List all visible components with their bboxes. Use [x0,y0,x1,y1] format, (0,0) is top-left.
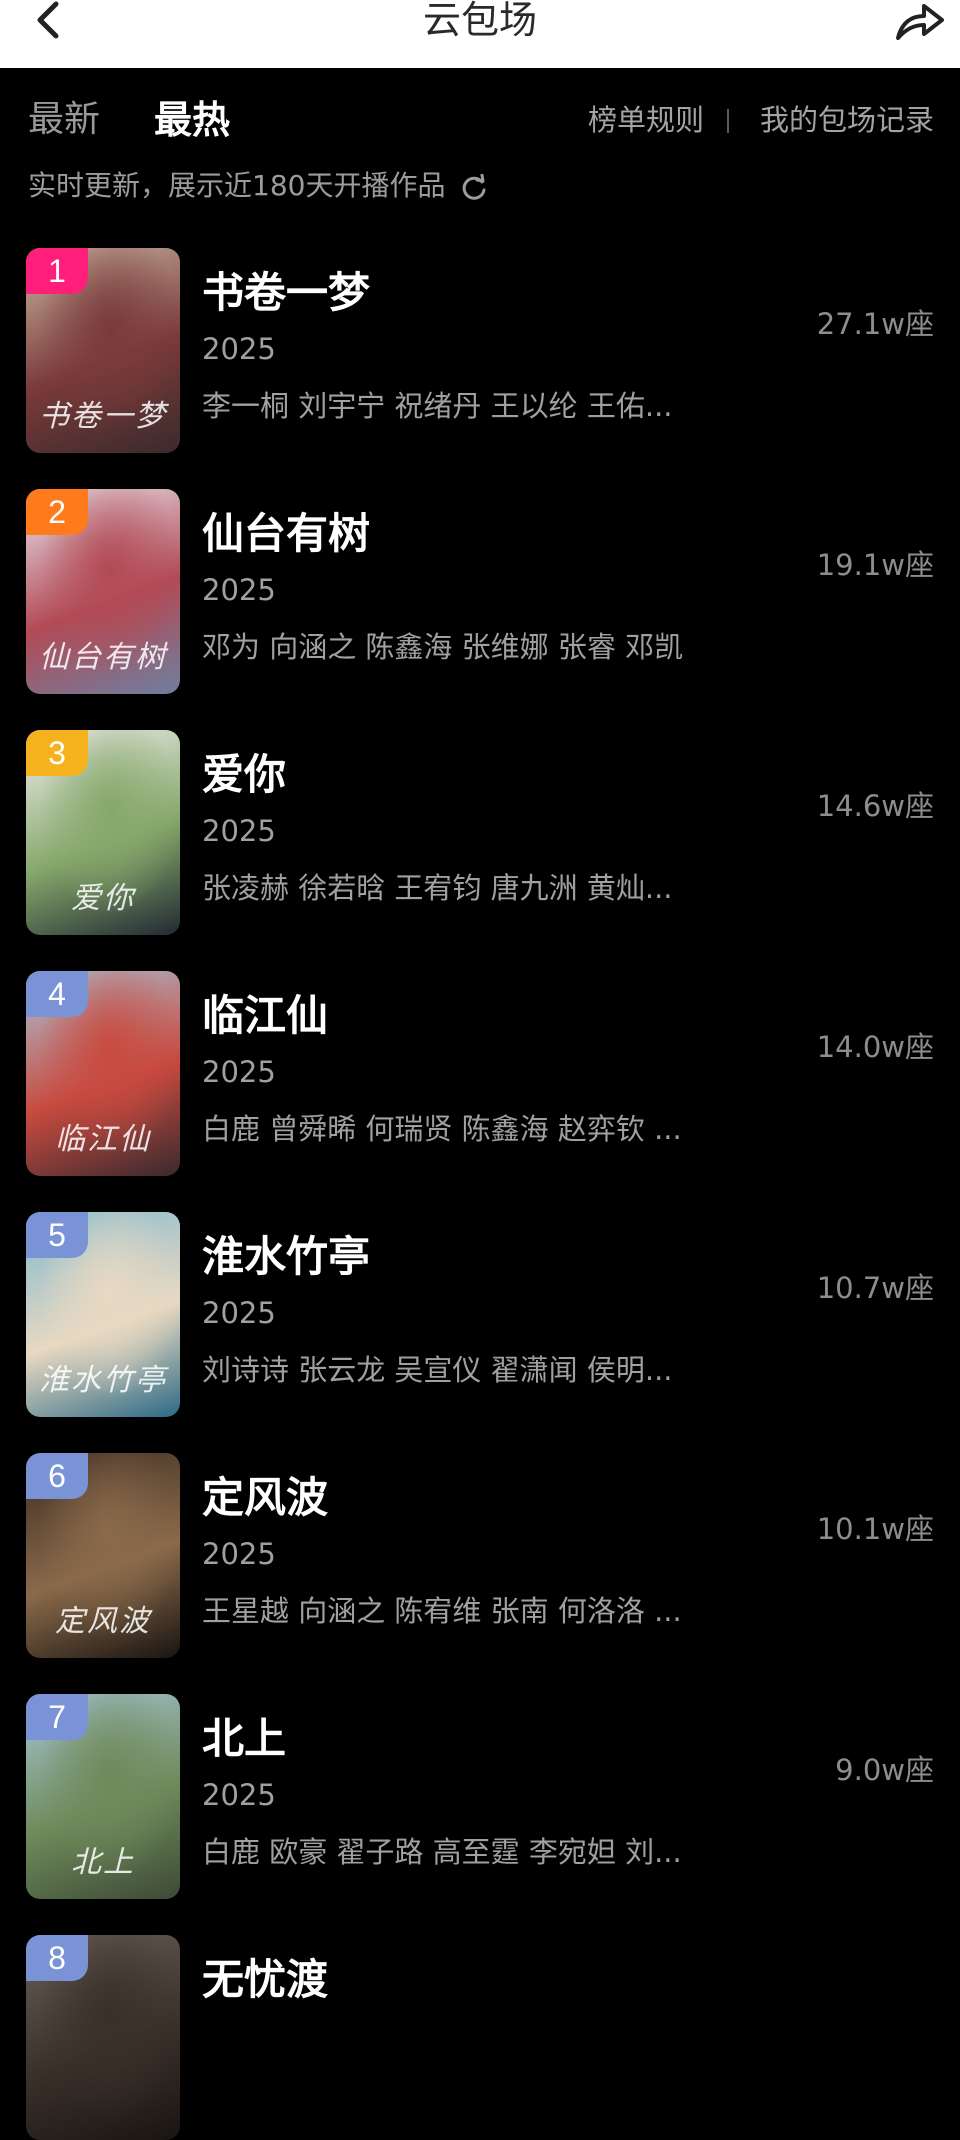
drama-title[interactable]: 淮水竹亭 [202,1232,370,1282]
seat-count: 14.6w座 [816,789,934,823]
release-year: 2025 [202,1296,276,1330]
cast-list: 邓为 向涵之 陈鑫海 张维娜 张睿 邓凯 [202,630,684,664]
rank-badge: 4 [26,971,88,1017]
release-year: 2025 [202,1055,276,1089]
tab-hot[interactable]: 最热 [154,98,230,142]
update-note: 实时更新，展示近180天开播作品 [28,166,488,206]
seat-count: 19.1w座 [816,548,934,582]
poster-title-art: 爱你 [71,881,135,916]
seat-count: 10.1w座 [816,1512,934,1546]
list-item[interactable]: 淮水竹亭 5 淮水竹亭 2025 刘诗诗 张云龙 吴宣仪 翟潇闻 侯明... 1… [0,1212,960,1417]
share-arrow-icon [896,4,944,40]
drama-title[interactable]: 北上 [202,1714,286,1764]
drama-title[interactable]: 仙台有树 [202,509,370,559]
rank-badge: 3 [26,730,88,776]
poster-title-art: 北上 [71,1845,135,1880]
rank-badge: 1 [26,248,88,294]
release-year: 2025 [202,1778,276,1812]
poster-title-art: 临江仙 [55,1122,151,1157]
poster-title-art: 仙台有树 [39,640,167,675]
list-item[interactable]: 临江仙 4 临江仙 2025 白鹿 曾舜晞 何瑞贤 陈鑫海 赵弈钦 ... 14… [0,971,960,1176]
poster-image[interactable]: 8 [26,1935,180,2140]
page-title: 云包场 [422,0,537,42]
release-year: 2025 [202,814,276,848]
release-year: 2025 [202,573,276,607]
seat-count: 10.7w座 [816,1271,934,1305]
tab-bar: 最新 最热 榜单规则 我的包场记录 [0,68,960,178]
divider [727,109,729,133]
rank-badge: 5 [26,1212,88,1258]
poster-title-art: 定风波 [55,1604,151,1639]
rank-badge: 6 [26,1453,88,1499]
cast-list: 张凌赫 徐若晗 王宥钧 唐九洲 黄灿... [202,871,673,905]
update-note-text: 实时更新，展示近180天开播作品 [28,169,446,202]
poster-image[interactable]: 书卷一梦 1 [26,248,180,453]
ranking-rules-link[interactable]: 榜单规则 [588,100,704,140]
my-records-link[interactable]: 我的包场记录 [760,100,934,140]
list-item[interactable]: 爱你 3 爱你 2025 张凌赫 徐若晗 王宥钧 唐九洲 黄灿... 14.6w… [0,730,960,935]
list-item[interactable]: 8 无忧渡 [0,1935,960,2140]
cast-list: 王星越 向涵之 陈宥维 张南 何洛洛 ... [202,1594,682,1628]
list-item[interactable]: 北上 7 北上 2025 白鹿 欧豪 翟子路 高至霆 李宛妲 刘... 9.0w… [0,1694,960,1899]
navigation-bar: 云包场 [0,0,960,68]
poster-image[interactable]: 淮水竹亭 5 [26,1212,180,1417]
list-item[interactable]: 书卷一梦 1 书卷一梦 2025 李一桐 刘宇宁 祝绪丹 王以纶 王佑... 2… [0,248,960,453]
drama-title[interactable]: 临江仙 [202,991,328,1041]
cast-list: 李一桐 刘宇宁 祝绪丹 王以纶 王佑... [202,389,673,423]
rank-badge: 2 [26,489,88,535]
drama-title[interactable]: 定风波 [202,1473,328,1523]
poster-image[interactable]: 定风波 6 [26,1453,180,1658]
poster-image[interactable]: 临江仙 4 [26,971,180,1176]
rank-badge: 8 [26,1935,88,1981]
list-item[interactable]: 仙台有树 2 仙台有树 2025 邓为 向涵之 陈鑫海 张维娜 张睿 邓凯 19… [0,489,960,694]
cast-list: 白鹿 欧豪 翟子路 高至霆 李宛妲 刘... [202,1835,682,1869]
drama-title[interactable]: 书卷一梦 [202,268,370,318]
drama-title[interactable]: 爱你 [202,750,286,800]
seat-count: 27.1w座 [816,307,934,341]
seat-count: 14.0w座 [816,1030,934,1064]
drama-title[interactable]: 无忧渡 [202,1955,328,2005]
poster-image[interactable]: 北上 7 [26,1694,180,1899]
release-year: 2025 [202,1537,276,1571]
seat-count: 9.0w座 [835,1753,934,1787]
cast-list: 刘诗诗 张云龙 吴宣仪 翟潇闻 侯明... [202,1353,673,1387]
poster-title-art: 淮水竹亭 [39,1363,167,1398]
release-year: 2025 [202,332,276,366]
poster-image[interactable]: 仙台有树 2 [26,489,180,694]
list-item[interactable]: 定风波 6 定风波 2025 王星越 向涵之 陈宥维 张南 何洛洛 ... 10… [0,1453,960,1658]
refresh-icon[interactable] [460,173,488,201]
share-button[interactable] [894,0,946,44]
poster-image[interactable]: 爱你 3 [26,730,180,935]
cast-list: 白鹿 曾舜晞 何瑞贤 陈鑫海 赵弈钦 ... [202,1112,682,1146]
rank-badge: 7 [26,1694,88,1740]
tab-latest[interactable]: 最新 [28,98,100,142]
poster-title-art: 书卷一梦 [39,399,167,434]
